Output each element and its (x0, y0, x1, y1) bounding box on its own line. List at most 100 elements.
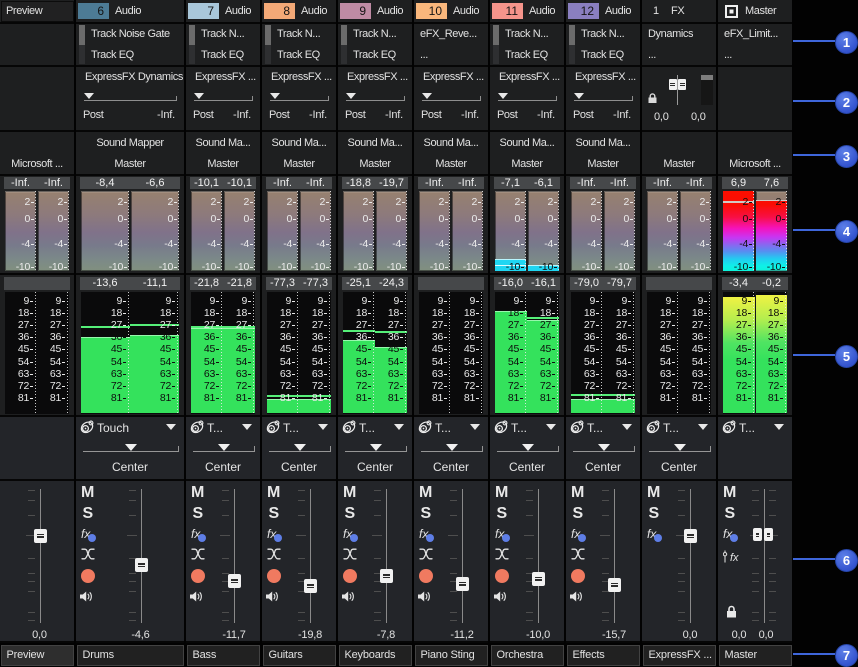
mute-button[interactable]: M (495, 485, 508, 501)
solo-button[interactable]: S (497, 506, 508, 522)
send-level-thumb[interactable] (346, 93, 356, 99)
pan-slider-thumb[interactable] (125, 444, 137, 451)
automation-mode-label[interactable]: T... (663, 422, 679, 434)
automation-dropdown-arrow[interactable] (698, 424, 708, 430)
fx-chain-item[interactable]: ... (648, 50, 656, 61)
fx-automation-dot[interactable] (426, 534, 435, 543)
speaker-mute-icon[interactable] (342, 591, 355, 602)
automation-icon[interactable] (570, 420, 584, 434)
output-device[interactable]: Sound Ma... (338, 138, 412, 149)
mute-button[interactable]: M (81, 485, 94, 501)
fx-list-scrollbar[interactable] (341, 25, 347, 64)
fx-chain-item[interactable]: ... (724, 50, 732, 61)
pan-slider-track[interactable] (649, 451, 710, 452)
fx-scrollbar-thumb[interactable] (265, 25, 271, 45)
scribble-strip-effects[interactable]: Effects (567, 645, 640, 666)
send-level-thumb[interactable] (270, 93, 280, 99)
volume-fader-handle[interactable] (753, 528, 763, 541)
send-plugin-name[interactable]: ExpressFX ... (575, 72, 636, 83)
automation-dropdown-arrow[interactable] (774, 424, 784, 430)
scribble-strip-orchestra[interactable]: Orchestra (491, 645, 564, 666)
fx-chain-item[interactable]: Track EQ (201, 50, 244, 61)
mute-button[interactable]: M (419, 485, 432, 501)
mute-button[interactable]: M (571, 485, 584, 501)
send-tap-label[interactable]: Post (497, 110, 517, 121)
automation-mode-label[interactable]: T... (435, 422, 451, 434)
solo-button[interactable]: S (83, 506, 94, 522)
automation-mode-label[interactable]: T... (283, 422, 299, 434)
speaker-mute-icon[interactable] (80, 591, 93, 602)
send-plugin-name[interactable]: ExpressFX ... (423, 72, 484, 83)
send-plugin-name[interactable]: ExpressFX ... (271, 72, 332, 83)
automation-dropdown-arrow[interactable] (166, 424, 176, 430)
output-bus[interactable]: Master (186, 159, 260, 170)
phase-invert-button[interactable] (81, 548, 95, 560)
volume-fader-handle[interactable] (456, 577, 469, 591)
output-bus[interactable]: Master (338, 159, 412, 170)
scribble-strip-keyboards[interactable]: Keyboards (339, 645, 412, 666)
speaker-mute-icon[interactable] (266, 591, 279, 602)
volume-fader-track[interactable] (40, 489, 41, 623)
fx-list-scrollbar[interactable] (493, 25, 499, 64)
record-arm-button[interactable] (419, 569, 433, 583)
automation-mode-label[interactable]: T... (207, 422, 223, 434)
pan-slider-track[interactable] (83, 451, 178, 452)
record-arm-button[interactable] (191, 569, 205, 583)
solo-button[interactable]: S (573, 506, 584, 522)
volume-fader-handle[interactable] (228, 574, 241, 588)
mute-button[interactable]: M (191, 485, 204, 501)
automation-mode-label[interactable]: T... (587, 422, 603, 434)
fx-automation-dot[interactable] (198, 534, 207, 543)
volume-fader-track[interactable] (690, 489, 691, 623)
insert-fx-button[interactable]: fx (723, 550, 745, 563)
fx-chain-item[interactable]: eFX_Reve... (420, 29, 477, 40)
automation-dropdown-arrow[interactable] (242, 424, 252, 430)
pan-slider-thumb[interactable] (598, 444, 610, 451)
pan-slider-thumb[interactable] (370, 444, 382, 451)
phase-invert-button[interactable] (495, 548, 509, 560)
fx-chain-item[interactable]: Track EQ (353, 50, 396, 61)
solo-button[interactable]: S (269, 506, 280, 522)
send-level-thumb[interactable] (84, 93, 94, 99)
mute-button[interactable]: M (723, 485, 736, 501)
output-bus[interactable]: Master (262, 159, 336, 170)
fx-scrollbar-thumb[interactable] (493, 25, 499, 45)
fx-automation-dot[interactable] (502, 534, 511, 543)
output-device[interactable]: Sound Ma... (262, 138, 336, 149)
speaker-mute-icon[interactable] (494, 591, 507, 602)
volume-fader-track[interactable] (310, 489, 311, 623)
fx-return-handle[interactable] (678, 79, 686, 90)
volume-fader-track[interactable] (141, 489, 142, 623)
pan-slider-track[interactable] (573, 451, 634, 452)
volume-fader-handle[interactable] (135, 558, 148, 572)
output-device[interactable]: Sound Ma... (490, 138, 564, 149)
send-level-track[interactable] (574, 100, 633, 101)
fx-list-scrollbar[interactable] (569, 25, 575, 64)
pan-slider-thumb[interactable] (294, 444, 306, 451)
fx-send-lock-icon[interactable] (648, 93, 657, 103)
send-plugin-name[interactable]: ExpressFX ... (195, 72, 256, 83)
automation-icon[interactable] (190, 420, 204, 434)
record-arm-button[interactable] (81, 569, 95, 583)
scribble-strip-bass[interactable]: Bass (187, 645, 260, 666)
scribble-strip-drums[interactable]: Drums (77, 645, 184, 666)
phase-invert-button[interactable] (191, 548, 205, 560)
output-bus[interactable]: Master (414, 159, 488, 170)
send-level-track[interactable] (346, 100, 405, 101)
volume-fader-track[interactable] (462, 489, 463, 623)
output-bus[interactable]: Microsoft ... (0, 159, 74, 170)
automation-mode-label[interactable]: Touch (97, 422, 129, 434)
send-tap-label[interactable]: Post (83, 110, 103, 121)
pan-slider-track[interactable] (269, 451, 330, 452)
fx-automation-dot[interactable] (654, 534, 663, 543)
fx-chain-item[interactable]: eFX_Limit... (724, 29, 778, 40)
fx-chain-item[interactable]: Track EQ (91, 50, 134, 61)
fx-chain-item[interactable]: Track EQ (505, 50, 548, 61)
volume-fader-handle[interactable] (532, 572, 545, 586)
volume-fader-handle[interactable] (764, 528, 774, 541)
send-tap-label[interactable]: Post (269, 110, 289, 121)
send-tap-label[interactable]: Post (573, 110, 593, 121)
send-tap-label[interactable]: Post (421, 110, 441, 121)
fx-list-scrollbar[interactable] (189, 25, 195, 64)
output-bus[interactable]: Master (76, 159, 184, 170)
